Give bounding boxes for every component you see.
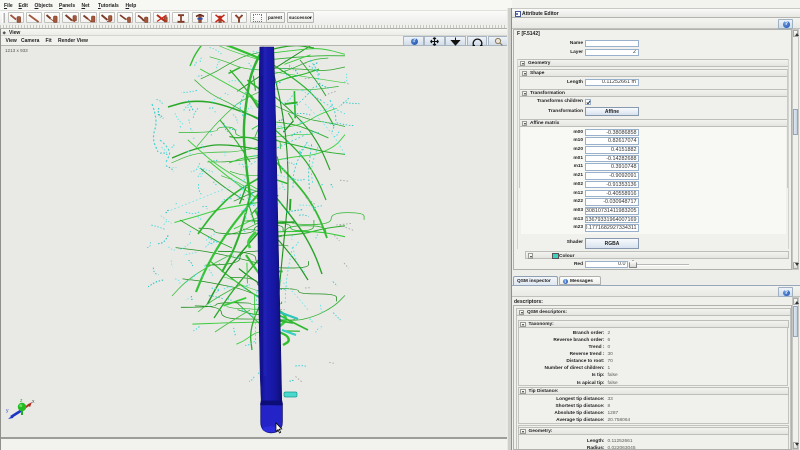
svg-text:y: y: [6, 408, 9, 414]
svg-text:x: x: [32, 399, 35, 405]
